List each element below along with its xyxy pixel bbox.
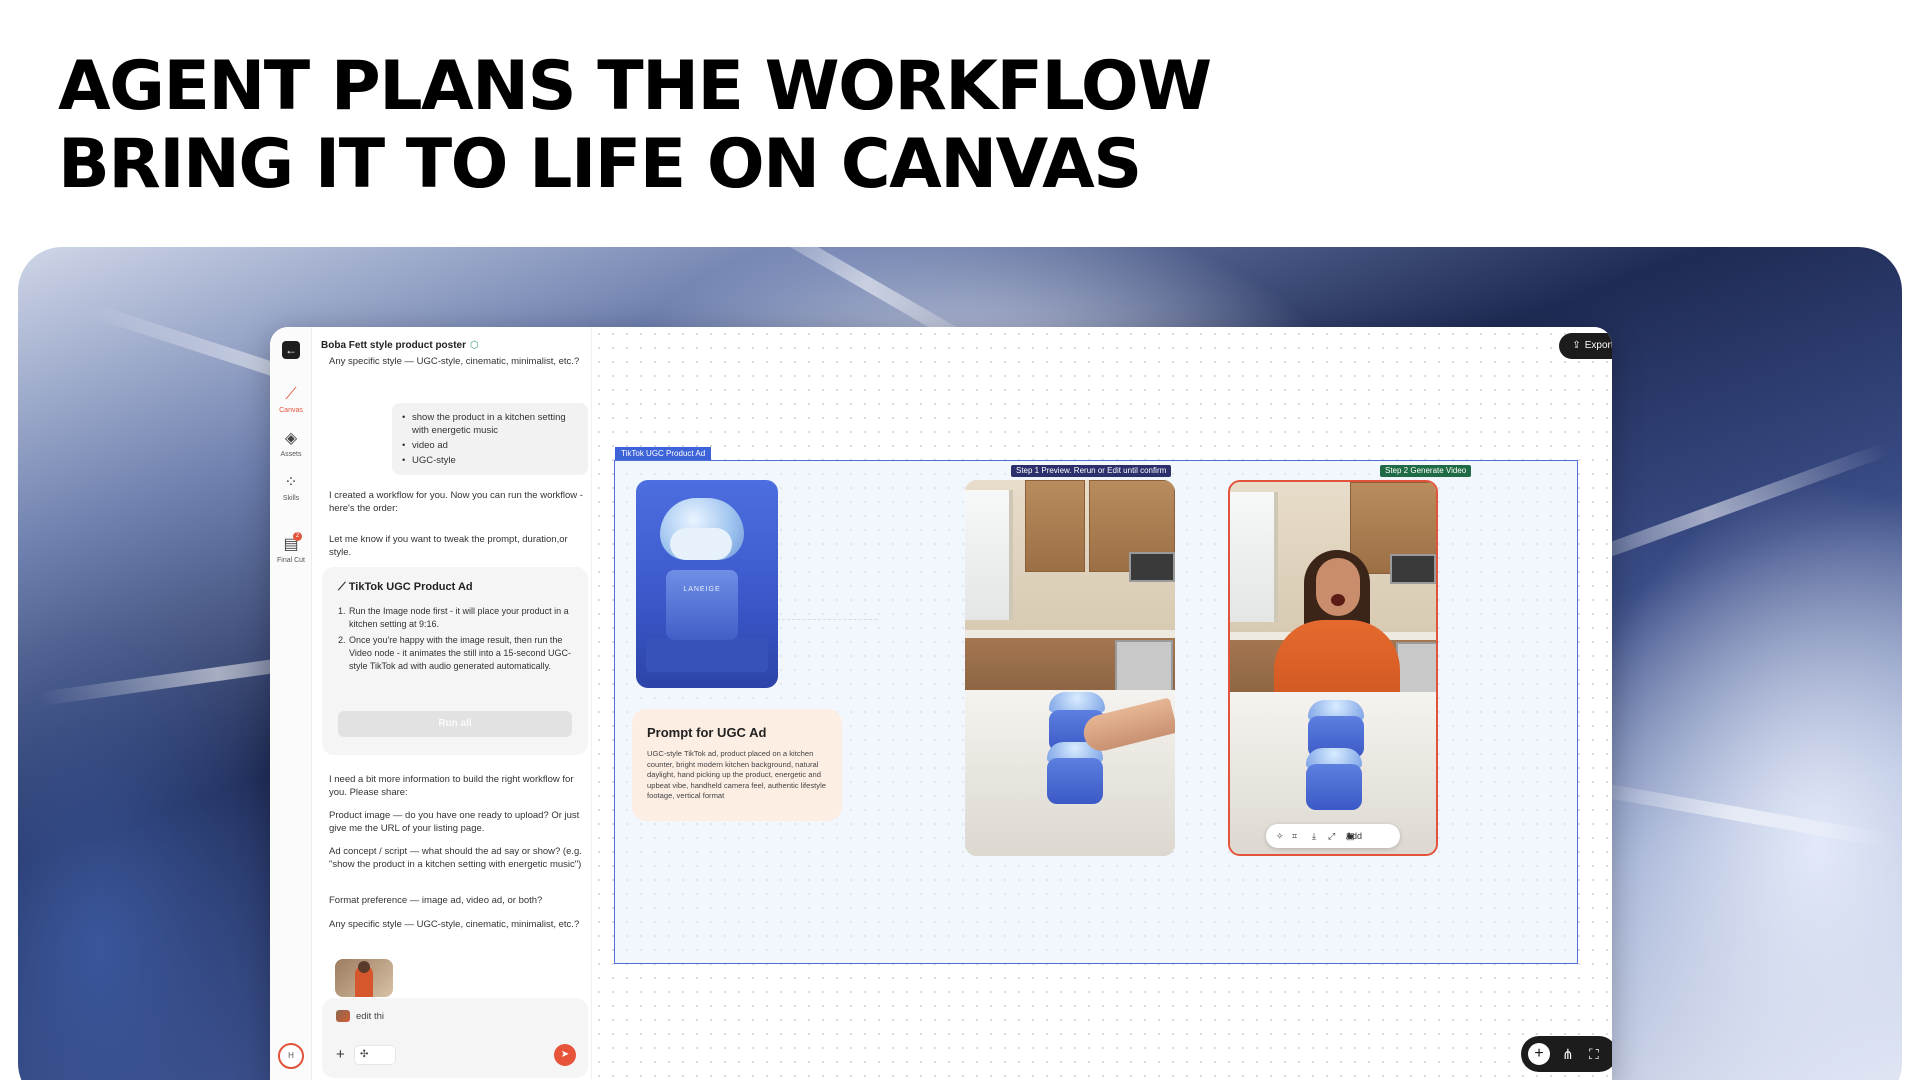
chat-message: Format preference — image ad, video ad, … <box>329 895 543 906</box>
workflow-step-text: Run the Image node first - it will place… <box>349 606 569 629</box>
chat-message: I need a bit more information to build t… <box>329 774 574 798</box>
step-1-label: Step 1 Preview. Rerun or Edit until conf… <box>1011 465 1172 477</box>
sparkle-icon[interactable]: ✣ <box>354 1045 396 1065</box>
plus-icon[interactable]: + <box>336 1047 345 1062</box>
workflow-steps: 1. Run the Image node first - it will pla… <box>338 605 578 676</box>
list-item: show the product in a kitchen setting wi… <box>402 411 578 437</box>
list-item: UGC-style <box>402 454 578 467</box>
chat-message: Product image — do you have one ready to… <box>329 810 580 834</box>
tag-icon[interactable]: ⬡ <box>470 340 479 351</box>
run-all-button[interactable]: Run all <box>338 711 572 737</box>
rail-item-final-cut[interactable]: ▤ 2 Final Cut <box>270 532 312 564</box>
workflow-card-title: ⟋ TikTok UGC Product Ad <box>338 581 473 594</box>
workflow-step-text: Once you're happy with the image result,… <box>349 635 571 671</box>
project-title-text: Boba Fett style product poster <box>321 340 467 351</box>
prompt-title: Prompt for UGC Ad <box>647 725 767 740</box>
rail-item-label: Assets <box>280 451 302 458</box>
back-button[interactable]: ← <box>282 341 300 359</box>
product-image-node[interactable]: LANEIGE <box>636 480 778 688</box>
rail-item-label: Skills <box>282 495 300 502</box>
headline-line-1: AGENT PLANS THE WORKFLOW <box>58 47 1212 126</box>
add-to-chat-label: Add to Chat <box>1346 831 1363 841</box>
product-brand-label: LANEIGE <box>683 586 721 593</box>
step-2-label: Step 2 Generate Video <box>1380 465 1472 477</box>
expand-icon[interactable]: ⤢ <box>1328 824 1335 848</box>
canvas-icon: ⟋ <box>285 386 297 403</box>
arrow-left-icon: ← <box>285 343 297 357</box>
headline-line-2: BRING IT TO LIFE ON CANVAS <box>58 125 1142 204</box>
export-label: Export <box>1584 340 1612 351</box>
list-item: 2. Once you're happy with the image resul… <box>338 635 571 671</box>
chat-message: Ad concept / script — what should the ad… <box>329 846 582 870</box>
page: AGENT PLANS THE WORKFLOW BRING IT TO LIF… <box>0 0 1920 1080</box>
prompt-body: UGC-style TikTok ad, product placed on a… <box>647 749 826 800</box>
message-input[interactable]: edit thi <box>356 1011 384 1022</box>
workflow-title-text: TikTok UGC Product Ad <box>348 581 473 593</box>
rail-item-label: Canvas <box>279 407 303 414</box>
magic-icon[interactable]: ✧ <box>1276 824 1284 848</box>
notification-badge: 2 <box>293 532 302 541</box>
send-button[interactable]: ➤ <box>554 1044 576 1066</box>
app-window: ← ⟋ Canvas ◈ Assets ⁘ Skills ▤ 2 Final C… <box>270 327 1612 1080</box>
rail-item-canvas[interactable]: ⟋ Canvas <box>270 385 312 414</box>
workflow-card: ⟋ TikTok UGC Product Ad 1. Run the Image … <box>322 567 588 755</box>
attached-image-thumbnail[interactable] <box>335 959 393 997</box>
plus-icon[interactable]: + <box>1528 1043 1550 1065</box>
image-result-node[interactable] <box>965 480 1175 856</box>
chat-message: Any specific style — UGC-style, cinemati… <box>329 356 580 367</box>
headline: AGENT PLANS THE WORKFLOW BRING IT TO LIF… <box>58 47 1212 204</box>
chat-message: Any specific style — UGC-style, cinemati… <box>329 919 580 930</box>
assets-icon: ◈ <box>284 430 298 447</box>
video-toolbar: ✧ ⌗ ⤓ ⤢ ▣ Add to Chat <box>1266 824 1400 848</box>
chat-message: Let me know if you want to tweak the pro… <box>329 534 568 558</box>
rail-item-label: Final Cut <box>276 557 305 564</box>
side-rail: ← ⟋ Canvas ◈ Assets ⁘ Skills ▤ 2 Final C… <box>270 327 312 1080</box>
video-result-node[interactable]: ✧ ⌗ ⤓ ⤢ ▣ Add to Chat <box>1228 480 1438 856</box>
final-cut-icon: ▤ <box>283 536 299 553</box>
canvas-bottom-toolbar: + ⋔ ⛶ <box>1521 1036 1612 1072</box>
rail-item-assets[interactable]: ◈ Assets <box>270 429 312 458</box>
group-label: TikTok UGC Product Ad <box>615 447 712 460</box>
project-title[interactable]: Boba Fett style product poster ⬡ <box>321 340 479 351</box>
list-item: 1. Run the Image node first - it will pla… <box>338 606 569 629</box>
fit-screen-icon[interactable]: ⛶ <box>1589 1036 1599 1072</box>
list-item: video ad <box>402 439 578 452</box>
chat-panel: Boba Fett style product poster ⬡ Any spec… <box>312 327 592 1080</box>
skills-icon: ⁘ <box>284 474 298 491</box>
avatar[interactable]: H <box>278 1043 304 1069</box>
workflow-group[interactable]: TikTok UGC Product Ad Step 1 Preview. Re… <box>614 447 1578 964</box>
workflow-icon: ⟋ <box>338 581 349 593</box>
canvas[interactable]: ⇪ Export TikTok UGC Product Ad Step 1 Pre… <box>592 327 1612 1080</box>
download-icon[interactable]: ⤓ <box>1312 824 1316 848</box>
export-icon: ⇪ <box>1572 340 1581 351</box>
send-icon: ➤ <box>560 1049 570 1060</box>
hierarchy-icon[interactable]: ⋔ <box>1562 1036 1574 1072</box>
chat-message: I created a workflow for you. Now you ca… <box>329 490 583 514</box>
message-composer: edit thi + ✣ ➤ <box>322 998 588 1078</box>
user-message-bubble: show the product in a kitchen setting wi… <box>392 403 588 475</box>
attachment-thumbnail[interactable] <box>336 1010 350 1022</box>
prompt-node[interactable]: Prompt for UGC Ad UGC-style TikTok ad, p… <box>632 709 842 821</box>
rail-item-skills[interactable]: ⁘ Skills <box>270 473 312 502</box>
crop-icon[interactable]: ⌗ <box>1292 824 1297 848</box>
export-button[interactable]: ⇪ Export <box>1559 333 1612 359</box>
